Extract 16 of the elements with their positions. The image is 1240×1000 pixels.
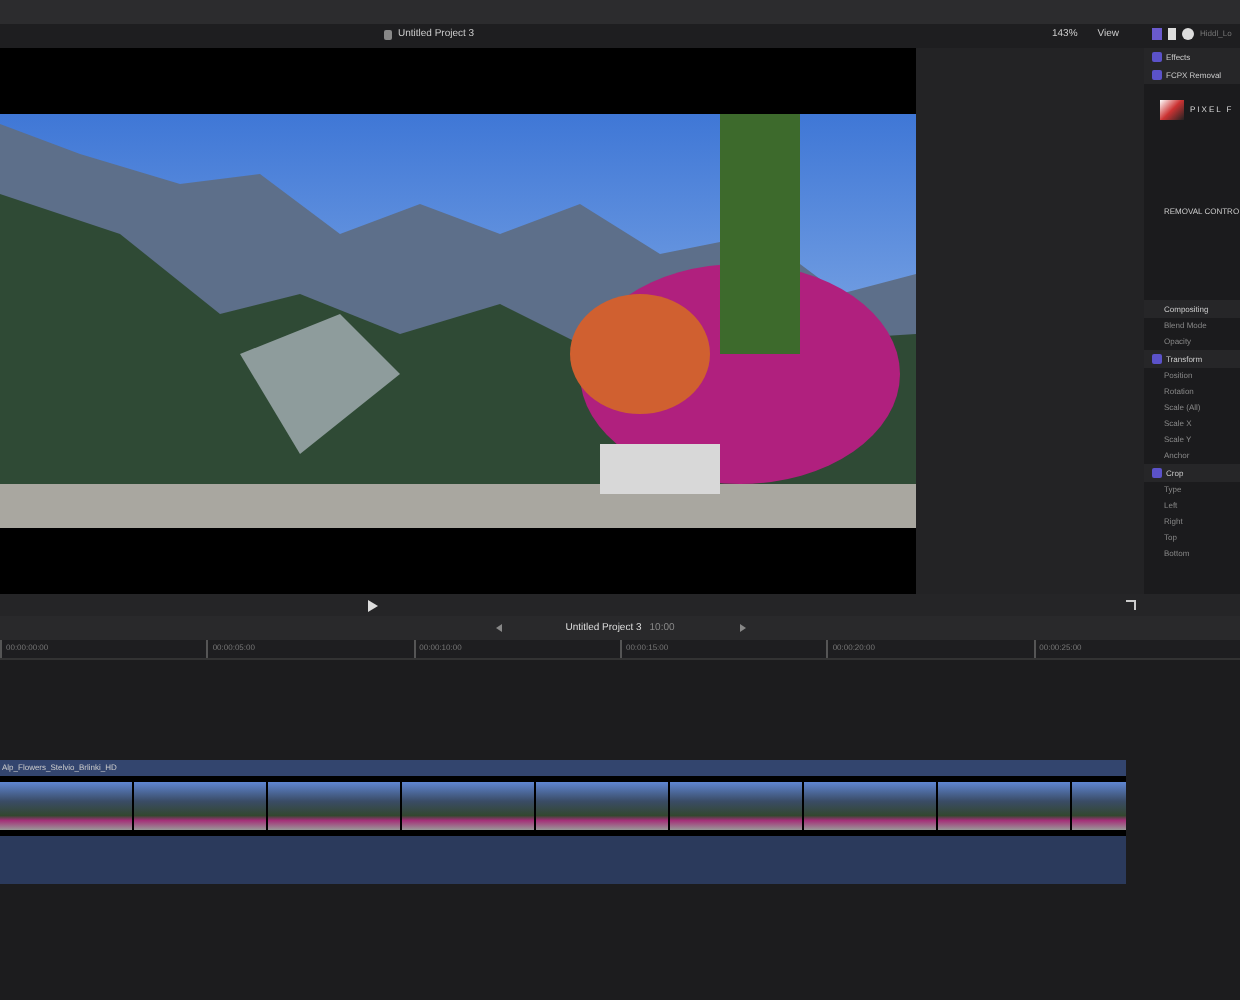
checkbox[interactable] <box>1152 52 1162 62</box>
checkbox[interactable] <box>1152 70 1162 80</box>
thumbnail-placeholder <box>804 782 936 830</box>
checkbox[interactable] <box>1152 468 1162 478</box>
thumbnail-placeholder <box>134 782 266 830</box>
forward-arrow-icon[interactable] <box>740 624 746 632</box>
inspector-icon[interactable] <box>1152 28 1162 40</box>
thumbnail-placeholder <box>402 782 534 830</box>
thumbnail-placeholder <box>0 782 132 830</box>
logo-icon <box>1160 100 1184 120</box>
fullscreen-icon[interactable] <box>1126 600 1136 610</box>
thumbnail-placeholder <box>536 782 668 830</box>
thumbnail-placeholder <box>670 782 802 830</box>
thumbnail-placeholder <box>268 782 400 830</box>
checkbox[interactable] <box>1152 354 1162 364</box>
back-arrow-icon[interactable] <box>496 624 502 632</box>
